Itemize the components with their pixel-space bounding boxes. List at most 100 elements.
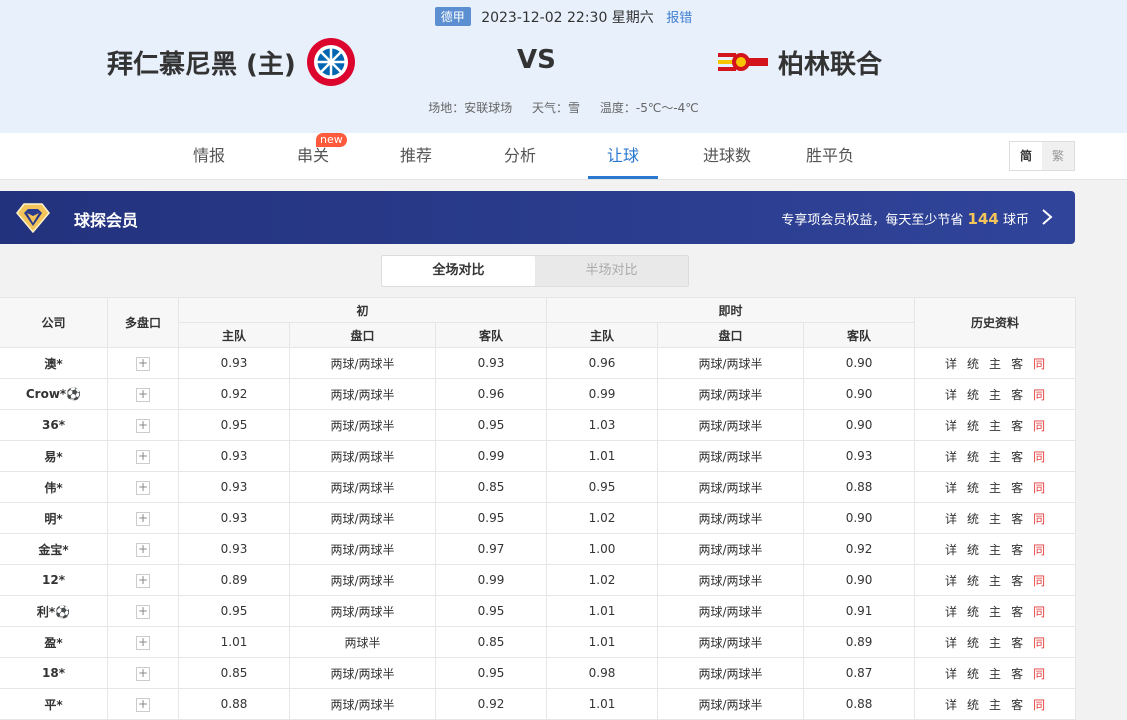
detail-link[interactable]: 详 xyxy=(945,574,957,588)
stats-link[interactable]: 统 xyxy=(967,543,979,557)
away-link[interactable]: 客 xyxy=(1011,512,1023,526)
language-switch: 简 繁 xyxy=(1009,141,1075,171)
away-link[interactable]: 客 xyxy=(1011,636,1023,650)
tab-goals[interactable]: 进球数 xyxy=(692,133,762,179)
same-link[interactable]: 同 xyxy=(1033,481,1045,495)
expand-plus-icon[interactable]: + xyxy=(136,666,150,681)
home-link[interactable]: 主 xyxy=(989,667,1001,681)
stats-link[interactable]: 统 xyxy=(967,574,979,588)
away-link[interactable]: 客 xyxy=(1011,605,1023,619)
away-link[interactable]: 客 xyxy=(1011,388,1023,402)
away-link[interactable]: 客 xyxy=(1011,450,1023,464)
same-link[interactable]: 同 xyxy=(1033,450,1045,464)
tab-1x2[interactable]: 胜平负 xyxy=(795,133,865,179)
live-away-odds: 0.90 xyxy=(803,409,916,441)
expand-plus-icon[interactable]: + xyxy=(136,604,150,619)
stats-link[interactable]: 统 xyxy=(967,512,979,526)
home-link[interactable]: 主 xyxy=(989,419,1001,433)
home-link[interactable]: 主 xyxy=(989,450,1001,464)
detail-link[interactable]: 详 xyxy=(945,698,957,712)
table-row: 利*⚽ +0.95 两球/两球半 0.95 1.01 两球/两球半 0.91 详统主客同 xyxy=(0,595,1077,627)
multi-line-cell: + xyxy=(107,657,179,689)
away-link[interactable]: 客 xyxy=(1011,667,1023,681)
full-match-button[interactable]: 全场对比 xyxy=(382,256,535,286)
same-link[interactable]: 同 xyxy=(1033,605,1045,619)
stats-link[interactable]: 统 xyxy=(967,419,979,433)
stats-link[interactable]: 统 xyxy=(967,450,979,464)
home-link[interactable]: 主 xyxy=(989,481,1001,495)
stats-link[interactable]: 统 xyxy=(967,636,979,650)
home-link[interactable]: 主 xyxy=(989,574,1001,588)
live-line: 两球/两球半 xyxy=(657,533,805,565)
stats-link[interactable]: 统 xyxy=(967,605,979,619)
stats-link[interactable]: 统 xyxy=(967,667,979,681)
away-link[interactable]: 客 xyxy=(1011,698,1023,712)
detail-link[interactable]: 详 xyxy=(945,636,957,650)
detail-link[interactable]: 详 xyxy=(945,357,957,371)
home-link[interactable]: 主 xyxy=(989,543,1001,557)
table-row: 36* +0.95 两球/两球半 0.95 1.03 两球/两球半 0.90 详统主客同 xyxy=(0,409,1077,441)
detail-link[interactable]: 详 xyxy=(945,512,957,526)
same-link[interactable]: 同 xyxy=(1033,667,1045,681)
away-team[interactable]: 柏林联合 xyxy=(718,36,882,88)
report-error-link[interactable]: 报错 xyxy=(666,11,692,26)
detail-link[interactable]: 详 xyxy=(945,667,957,681)
detail-link[interactable]: 详 xyxy=(945,543,957,557)
detail-link[interactable]: 详 xyxy=(945,419,957,433)
same-link[interactable]: 同 xyxy=(1033,543,1045,557)
header-live: 即时 xyxy=(546,297,916,323)
detail-link[interactable]: 详 xyxy=(945,388,957,402)
same-link[interactable]: 同 xyxy=(1033,512,1045,526)
vip-banner[interactable]: 球探会员 专享项会员权益，每天至少节省 144 球币 xyxy=(0,191,1075,244)
match-header: 德甲 2023-12-02 22:30 星期六 报错 拜仁慕尼黑 (主) VS … xyxy=(0,0,1127,133)
expand-plus-icon[interactable]: + xyxy=(136,635,150,650)
same-link[interactable]: 同 xyxy=(1033,574,1045,588)
away-link[interactable]: 客 xyxy=(1011,357,1023,371)
same-link[interactable]: 同 xyxy=(1033,698,1045,712)
stats-link[interactable]: 统 xyxy=(967,481,979,495)
tab-analysis[interactable]: 分析 xyxy=(485,133,555,179)
stats-link[interactable]: 统 xyxy=(967,388,979,402)
away-link[interactable]: 客 xyxy=(1011,574,1023,588)
live-line: 两球/两球半 xyxy=(657,347,805,379)
temperature-text: 温度：-5℃～-4℃ xyxy=(599,101,699,115)
home-link[interactable]: 主 xyxy=(989,512,1001,526)
home-link[interactable]: 主 xyxy=(989,357,1001,371)
detail-link[interactable]: 详 xyxy=(945,605,957,619)
tab-intel[interactable]: 情报 xyxy=(174,133,244,179)
stats-link[interactable]: 统 xyxy=(967,357,979,371)
half-match-button[interactable]: 半场对比 xyxy=(535,256,688,286)
expand-plus-icon[interactable]: + xyxy=(136,573,150,588)
same-link[interactable]: 同 xyxy=(1033,388,1045,402)
same-link[interactable]: 同 xyxy=(1033,419,1045,433)
league-badge[interactable]: 德甲 xyxy=(434,7,471,26)
expand-plus-icon[interactable]: + xyxy=(136,480,150,495)
detail-link[interactable]: 详 xyxy=(945,450,957,464)
away-link[interactable]: 客 xyxy=(1011,543,1023,557)
new-badge: new xyxy=(316,133,347,147)
home-team[interactable]: 拜仁慕尼黑 (主) xyxy=(107,36,356,88)
simplified-button[interactable]: 简 xyxy=(1010,142,1042,170)
same-link[interactable]: 同 xyxy=(1033,357,1045,371)
expand-plus-icon[interactable]: + xyxy=(136,542,150,557)
tab-handicap[interactable]: 让球 xyxy=(588,133,658,179)
tab-recommend[interactable]: 推荐 xyxy=(381,133,451,179)
expand-plus-icon[interactable]: + xyxy=(136,511,150,526)
tab-parlay[interactable]: 串关 new xyxy=(278,133,348,179)
traditional-button[interactable]: 繁 xyxy=(1042,142,1074,170)
home-link[interactable]: 主 xyxy=(989,636,1001,650)
home-link[interactable]: 主 xyxy=(989,605,1001,619)
away-link[interactable]: 客 xyxy=(1011,481,1023,495)
expand-plus-icon[interactable]: + xyxy=(136,449,150,464)
home-link[interactable]: 主 xyxy=(989,388,1001,402)
stats-link[interactable]: 统 xyxy=(967,698,979,712)
expand-plus-icon[interactable]: + xyxy=(136,356,150,371)
home-link[interactable]: 主 xyxy=(989,698,1001,712)
expand-plus-icon[interactable]: + xyxy=(136,697,150,712)
expand-plus-icon[interactable]: + xyxy=(136,387,150,402)
away-link[interactable]: 客 xyxy=(1011,419,1023,433)
live-home-odds: 1.01 xyxy=(546,440,659,472)
expand-plus-icon[interactable]: + xyxy=(136,418,150,433)
same-link[interactable]: 同 xyxy=(1033,636,1045,650)
detail-link[interactable]: 详 xyxy=(945,481,957,495)
